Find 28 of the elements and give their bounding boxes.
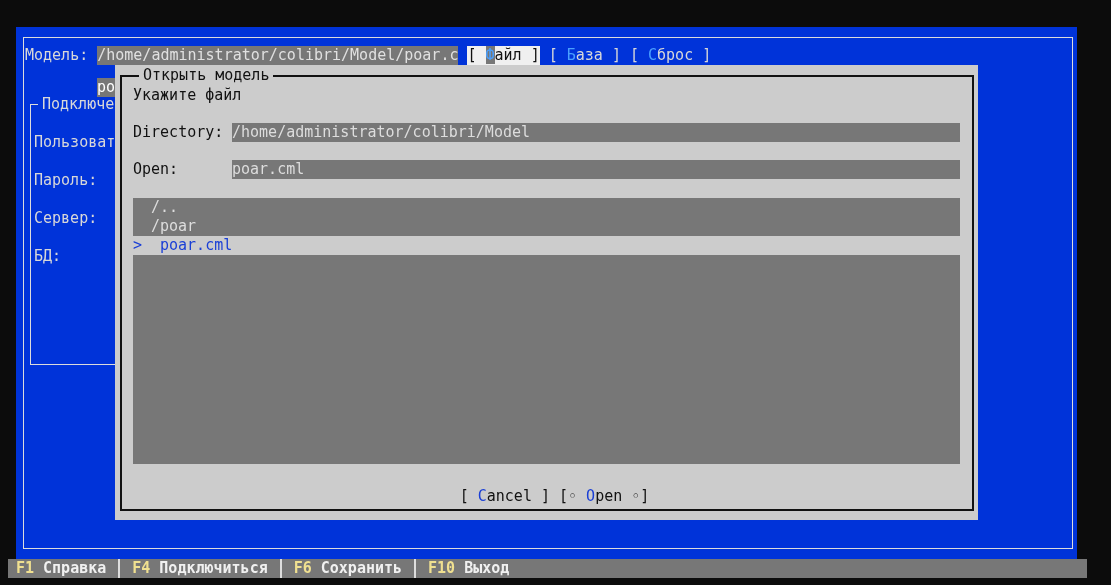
field-label: Сервер: <box>34 209 98 228</box>
function-label[interactable]: Справка <box>43 559 107 578</box>
dialog-button[interactable]: [ Cancel ] <box>459 487 550 506</box>
dialog-button[interactable]: [◦ Open ◦] <box>559 487 650 506</box>
function-label[interactable]: Сохранить <box>320 559 403 578</box>
directory-field[interactable]: /home/administrator/colibri/Model <box>232 123 960 142</box>
file-item[interactable]: > poar.cml <box>133 236 960 255</box>
group-title: Подключе <box>41 95 116 114</box>
menu-button[interactable]: [ Сброс ] <box>629 46 712 65</box>
menu-button[interactable]: [ База ] <box>548 46 621 65</box>
model-path-field[interactable]: /home/administrator/colibri/Model/poar.c <box>97 46 459 65</box>
field-label: БД: <box>34 247 62 266</box>
function-key[interactable]: F6 <box>293 559 312 578</box>
open-label: Open: <box>133 160 180 179</box>
dialog-title: Открыть модель <box>142 66 271 85</box>
field-label: Пользоват <box>34 133 116 152</box>
filename-field[interactable]: poar.cml <box>232 160 960 179</box>
field-label: Пароль: <box>34 171 98 190</box>
directory-label: Directory: <box>133 123 225 142</box>
function-label[interactable]: Подключиться <box>159 559 268 578</box>
function-key[interactable]: F10 <box>428 559 456 578</box>
function-label[interactable]: Выход <box>464 559 510 578</box>
menu-button[interactable]: [ Файл ] <box>467 46 540 65</box>
function-key[interactable]: F1 <box>16 559 35 578</box>
model-label: Модель: <box>25 46 89 65</box>
prompt-text: Укажите файл <box>133 86 243 105</box>
function-key[interactable]: F4 <box>132 559 151 578</box>
text-field[interactable]: ро <box>97 77 116 97</box>
